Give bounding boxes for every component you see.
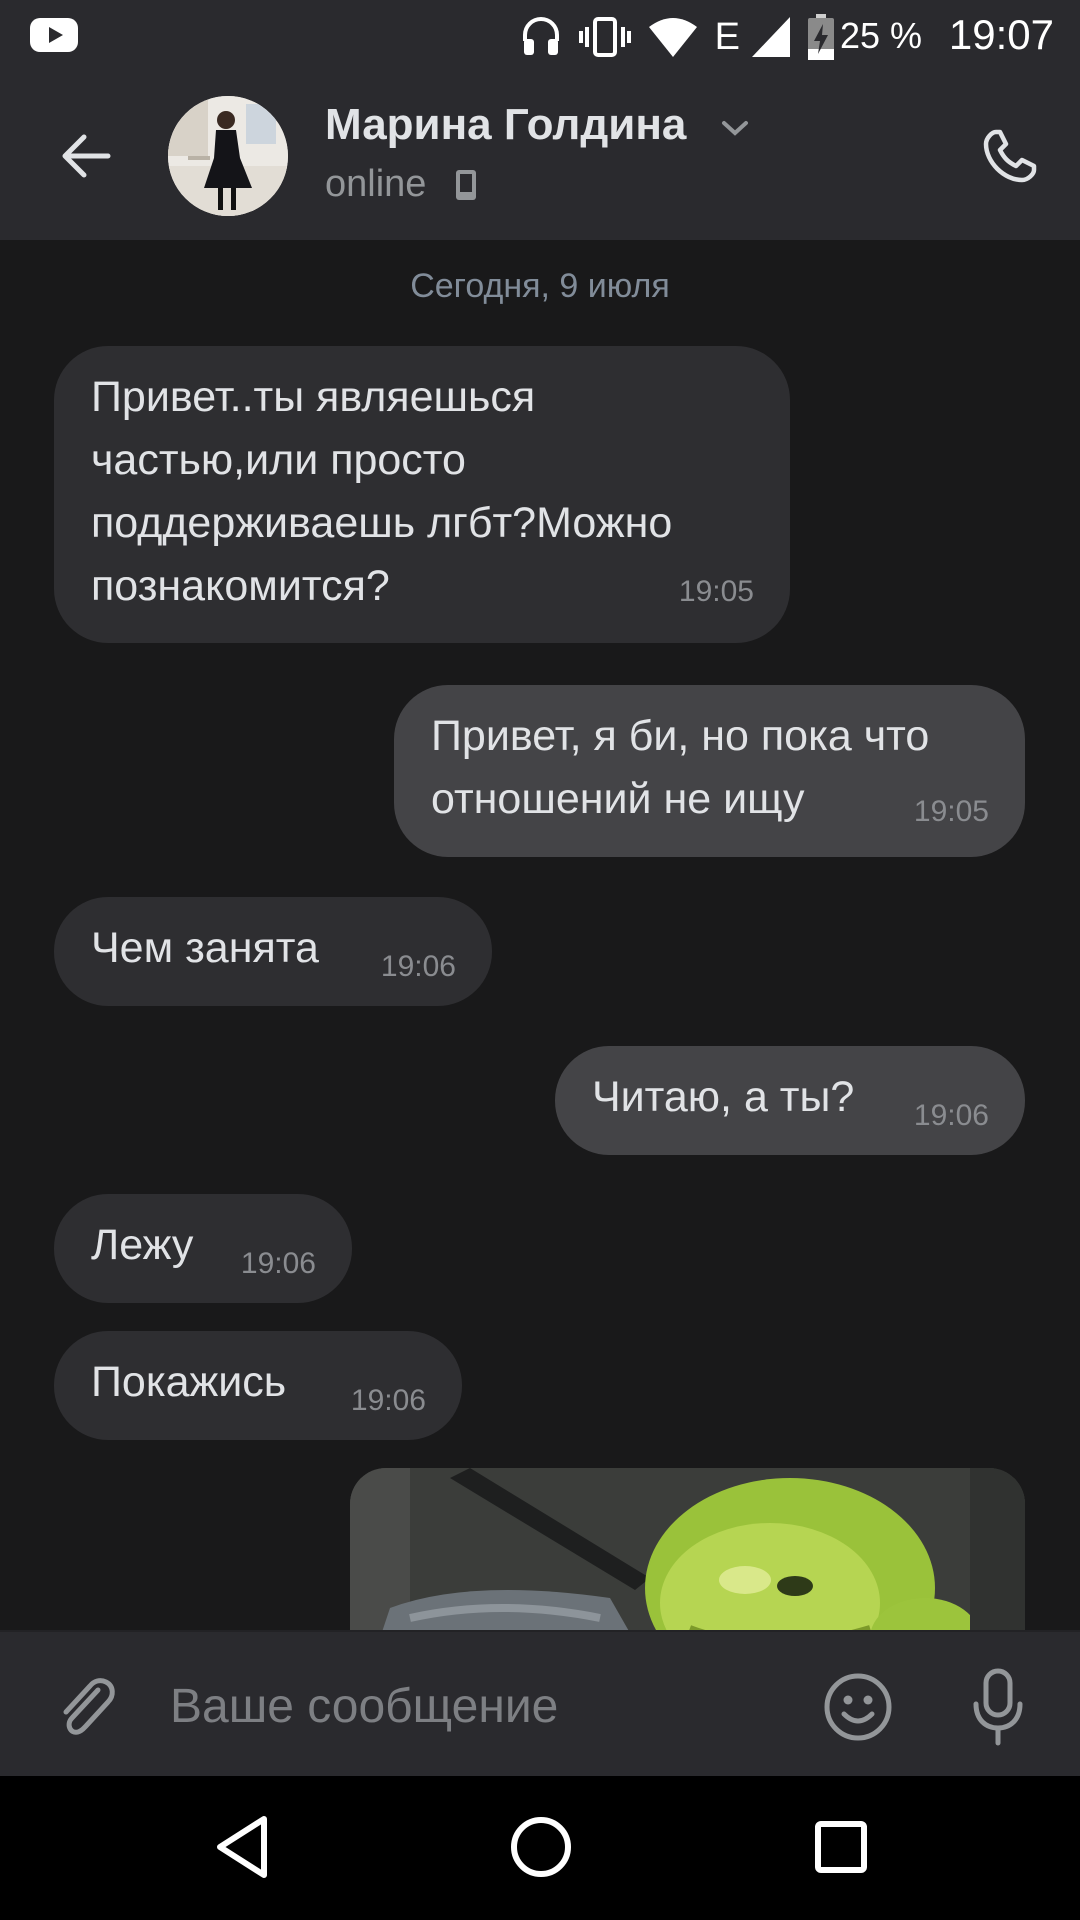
emoji-icon[interactable] — [823, 1672, 893, 1742]
messenger-screen: E 25 % 19:07 Марина Голдина online Сегод… — [0, 0, 1080, 1920]
message-text: Чем занята — [91, 924, 319, 972]
wifi-icon — [648, 18, 697, 57]
incoming-message[interactable]: Чем занята 19:06 — [54, 897, 492, 1006]
back-arrow-icon[interactable] — [56, 126, 116, 186]
paperclip-icon[interactable] — [54, 1672, 118, 1744]
outgoing-message[interactable]: Читаю, а ты? 19:06 — [555, 1046, 1025, 1155]
incoming-message[interactable]: Привет..ты являешься частью,или просто п… — [54, 346, 790, 643]
avatar[interactable] — [168, 96, 288, 216]
microphone-icon[interactable] — [968, 1668, 1028, 1746]
message-input[interactable] — [170, 1668, 790, 1744]
status-icons: E — [521, 12, 834, 62]
system-navigation-bar — [0, 1776, 1080, 1920]
status-clock: 19:07 — [948, 11, 1054, 58]
message-time: 19:05 — [913, 795, 989, 828]
photo-message[interactable] — [350, 1468, 1025, 1630]
incoming-message[interactable]: Лежу 19:06 — [54, 1194, 352, 1303]
status-bar: E 25 % 19:07 — [0, 0, 1080, 72]
message-text: Читаю, а ты? — [592, 1073, 855, 1121]
headphones-icon — [522, 17, 559, 55]
nav-recents-icon[interactable] — [815, 1821, 867, 1873]
contact-name[interactable]: Марина Голдина — [325, 98, 686, 152]
presence-status: online — [325, 163, 427, 205]
message-time: 19:05 — [678, 575, 754, 608]
message-composer — [0, 1630, 1080, 1778]
message-text: Привет..ты являешься частью,или просто п… — [91, 373, 673, 610]
chat-header: Марина Голдина online — [0, 72, 1080, 240]
frog-photo — [350, 1468, 1025, 1630]
battery-percentage: 25 % — [839, 15, 922, 56]
battery-charging-icon — [808, 14, 834, 60]
message-text: Привет, я би, но пока что отношений не и… — [431, 712, 930, 823]
date-separator: Сегодня, 9 июля — [410, 267, 670, 305]
mobile-device-icon — [456, 170, 476, 200]
nav-back-icon[interactable] — [212, 1814, 272, 1880]
cell-signal-icon — [752, 17, 790, 57]
phone-icon[interactable] — [980, 126, 1040, 186]
chevron-down-icon[interactable] — [720, 118, 750, 138]
message-text: Лежу — [91, 1221, 194, 1269]
nav-home-icon[interactable] — [510, 1816, 572, 1878]
message-time: 19:06 — [240, 1247, 316, 1280]
outgoing-message[interactable]: Привет, я би, но пока что отношений не и… — [394, 685, 1025, 857]
network-type: E — [714, 16, 740, 58]
youtube-notification-icon — [30, 18, 78, 52]
message-time: 19:06 — [380, 950, 456, 983]
message-time: 19:06 — [913, 1099, 989, 1132]
message-list[interactable]: Сегодня, 9 июля Привет..ты являешься час… — [0, 240, 1080, 1630]
message-time: 19:06 — [350, 1384, 426, 1417]
incoming-message[interactable]: Покажись 19:06 — [54, 1331, 462, 1440]
vibrate-icon — [578, 17, 631, 57]
message-text: Покажись — [91, 1358, 287, 1406]
avatar-photo — [168, 96, 288, 216]
